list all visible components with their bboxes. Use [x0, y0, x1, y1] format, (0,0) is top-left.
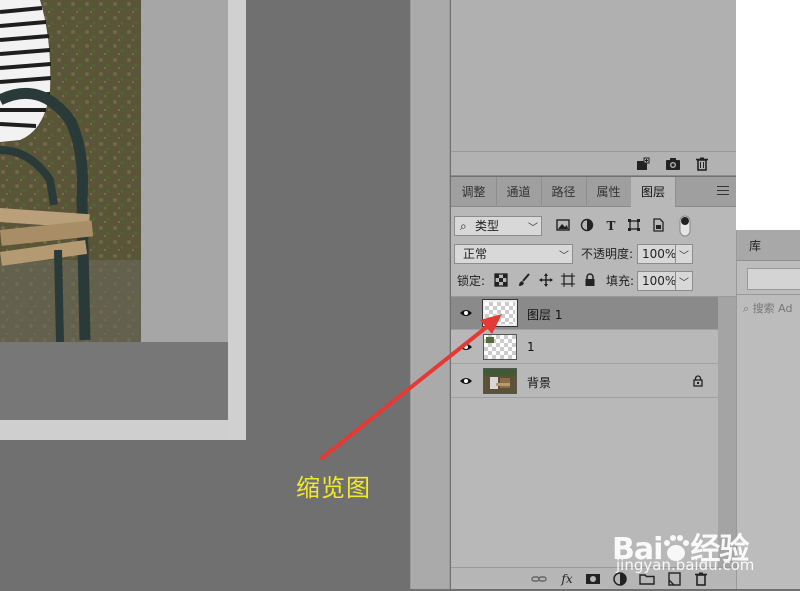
blend-mode-value: 正常: [463, 247, 488, 261]
fill-value: 100%: [642, 274, 677, 288]
layer-row[interactable]: 图层 1: [451, 297, 719, 330]
chevron-down-icon[interactable]: ﹀: [679, 275, 689, 293]
horizontal-scrollbar[interactable]: [0, 420, 228, 440]
camera-icon[interactable]: [665, 156, 681, 172]
chevron-down-icon[interactable]: ﹀: [679, 248, 689, 266]
layer-filter-label: 类型: [475, 219, 500, 233]
library-select[interactable]: [747, 268, 800, 290]
library-search-placeholder: 搜索 Ad: [752, 302, 793, 315]
libraries-tab-label: 库: [749, 239, 762, 253]
fx-icon[interactable]: fx: [559, 571, 575, 587]
visibility-eye-icon[interactable]: [459, 374, 473, 388]
chevron-down-icon: ﹀: [559, 251, 569, 262]
layer-filter-select[interactable]: ⌕ 类型 ﹀: [454, 216, 542, 236]
shape-filter-icon[interactable]: [626, 218, 642, 234]
history-panel-footer: [451, 152, 736, 176]
tab-paths[interactable]: 路径: [541, 177, 587, 207]
annotation-label: 缩览图: [296, 474, 371, 502]
adjustment-filter-icon[interactable]: [579, 218, 595, 234]
layer-name[interactable]: 背景: [527, 374, 551, 391]
canvas-pasteboard: [0, 342, 228, 420]
history-panel: [451, 0, 736, 152]
trash-icon[interactable]: [694, 156, 710, 172]
empty-workspace: [736, 0, 800, 230]
fill-input[interactable]: 100% ﹀: [637, 271, 693, 291]
link-icon[interactable]: [531, 571, 547, 587]
opacity-label: 不透明度:: [581, 247, 634, 261]
search-icon: ⌕: [460, 219, 467, 233]
new-snapshot-icon[interactable]: [635, 156, 651, 172]
photo-image: [0, 0, 141, 342]
lock-paint-icon[interactable]: [516, 273, 532, 289]
layer-thumbnail[interactable]: [483, 368, 517, 394]
layer-row[interactable]: 背景: [451, 365, 719, 398]
type-filter-icon[interactable]: T: [603, 218, 619, 234]
opacity-input[interactable]: 100% ﹀: [637, 244, 693, 264]
layer-name[interactable]: 图层 1: [527, 306, 562, 323]
opacity-value: 100%: [642, 247, 677, 261]
baidu-watermark: Bai 经验 jingyan.baidu.com: [612, 496, 792, 576]
layer-lock-icon[interactable]: [692, 375, 704, 387]
lock-transparent-icon[interactable]: [493, 273, 509, 289]
blend-mode-select[interactable]: 正常 ﹀: [454, 244, 573, 264]
search-icon: ⌕: [743, 302, 753, 315]
layer-row[interactable]: 1: [451, 331, 719, 364]
chevron-down-icon: ﹀: [528, 223, 538, 234]
visibility-eye-icon[interactable]: [459, 340, 473, 354]
tab-properties[interactable]: 属性: [586, 177, 632, 207]
layer-name[interactable]: 1: [527, 340, 535, 354]
panel-dock-strip: [410, 0, 450, 589]
panel-menu-icon[interactable]: [717, 186, 729, 196]
image-filter-icon[interactable]: [555, 218, 571, 234]
filter-toggle-icon[interactable]: [679, 215, 691, 237]
panel-tabs: 调整 通道 路径 属性 图层: [451, 177, 736, 208]
tab-channels[interactable]: 通道: [496, 177, 542, 207]
lock-label: 锁定:: [457, 274, 486, 288]
lock-move-icon[interactable]: [538, 273, 554, 289]
tab-layers[interactable]: 图层: [631, 177, 676, 208]
fill-label: 填充:: [606, 274, 635, 288]
smart-object-filter-icon[interactable]: [650, 218, 666, 234]
vertical-scrollbar[interactable]: [228, 0, 246, 440]
layer-thumbnail[interactable]: [483, 334, 517, 360]
tab-adjustments[interactable]: 调整: [451, 177, 497, 207]
lock-all-icon[interactable]: [582, 273, 598, 289]
layer-thumbnail[interactable]: [482, 299, 518, 327]
lock-artboard-icon[interactable]: [560, 273, 576, 289]
visibility-eye-icon[interactable]: [459, 306, 473, 320]
mask-icon[interactable]: [585, 571, 601, 587]
watermark-url: jingyan.baidu.com: [616, 556, 755, 574]
tab-libraries[interactable]: 库: [737, 230, 800, 261]
library-search-input[interactable]: ⌕ 搜索 Ad: [743, 300, 792, 316]
canvas-photo: [0, 0, 141, 342]
